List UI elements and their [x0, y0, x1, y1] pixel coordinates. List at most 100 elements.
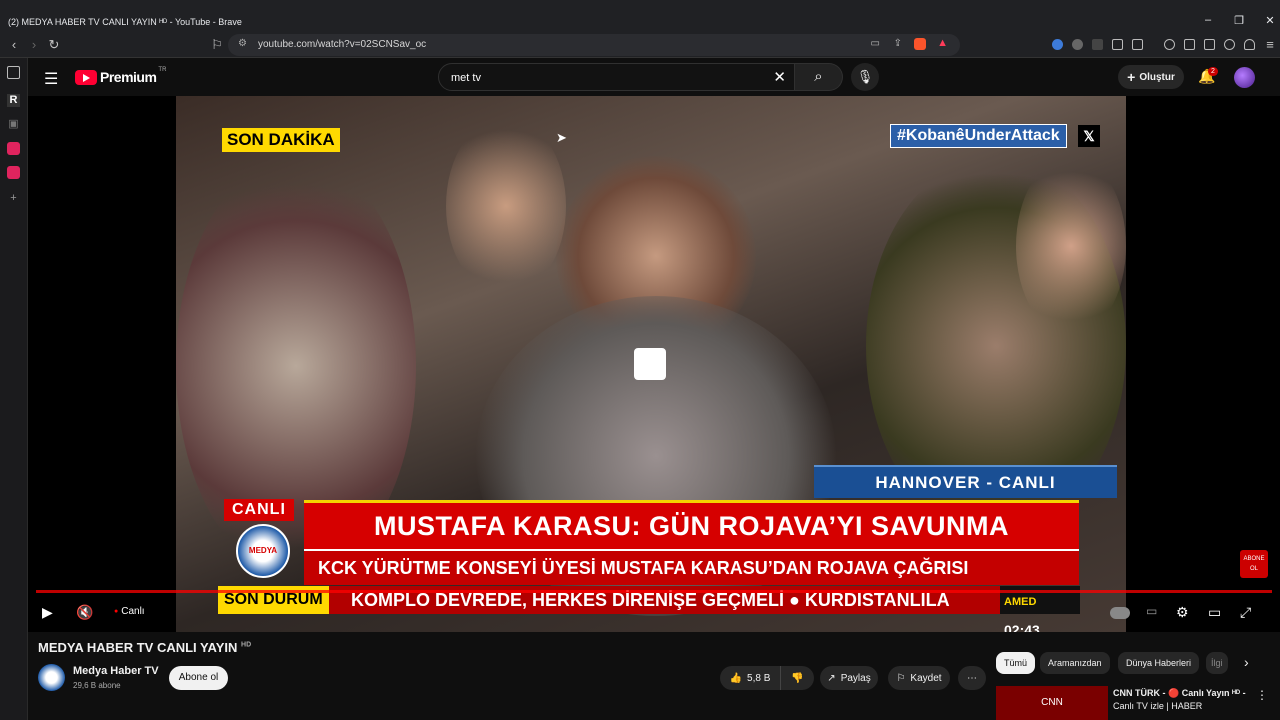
bookmark-icon[interactable]: ⚐: [209, 37, 225, 53]
url-bar[interactable]: ⚙ youtube.com/watch?v=02SCNSav_oc ▭ ⇪ ▲: [228, 34, 960, 56]
maximize-button[interactable]: ❐: [1229, 14, 1249, 27]
chips-next-icon[interactable]: ›: [1244, 654, 1249, 670]
logo-region: TR: [158, 67, 167, 73]
autoplay-toggle[interactable]: [1110, 607, 1130, 619]
recommendation-title[interactable]: CNN TÜRK - 🔴 Canlı Yayın ᴴᴰ -: [1113, 688, 1246, 699]
mute-icon[interactable]: 🔇: [76, 604, 93, 621]
video-title: MEDYA HABER TV CANLI YAYIN HD: [38, 640, 251, 655]
screenshot-icon[interactable]: [1132, 39, 1143, 50]
chip-all[interactable]: Tümü: [996, 652, 1036, 674]
video-title-text: MEDYA HABER TV CANLI YAYIN: [38, 640, 238, 655]
video-info-section: MEDYA HABER TV CANLI YAYIN HD Medya Habe…: [28, 632, 1280, 720]
hd-badge: HD: [241, 641, 252, 649]
youtube-header: ☰ Premium TR met tv ✕ ⌕ 🎙 + Oluştur 🔔 2: [28, 58, 1280, 96]
extension-icon[interactable]: [1092, 39, 1103, 50]
subtitles-icon[interactable]: ▭: [1146, 604, 1157, 618]
dislike-button[interactable]: 👎: [780, 666, 814, 690]
extension-icon[interactable]: [1052, 39, 1063, 50]
clear-search-icon[interactable]: ✕: [773, 68, 786, 86]
video-frame[interactable]: ➤ SON DAKİKA #KobanêUnderAttack 𝕏 HANNOV…: [176, 96, 1126, 632]
x-logo-icon: 𝕏: [1078, 125, 1100, 147]
video-player[interactable]: ➤ SON DAKİKA #KobanêUnderAttack 𝕏 HANNOV…: [28, 96, 1280, 632]
logo-text: Premium: [100, 69, 157, 85]
brave-shields-icon[interactable]: [914, 38, 926, 50]
recommendation-subtitle[interactable]: Canlı TV izle | HABER: [1113, 701, 1202, 711]
theater-mode-icon[interactable]: ▭: [1208, 604, 1221, 621]
vpn-shield-icon[interactable]: [1244, 39, 1255, 50]
browser-menu-icon[interactable]: ≡: [1262, 37, 1278, 52]
live-tag: CANLI: [224, 499, 294, 521]
fullscreen-icon[interactable]: ⤢: [1240, 604, 1251, 621]
search-query: met tv: [451, 72, 481, 84]
thumbs-down-icon: 👎: [791, 672, 804, 684]
hashtag-banner: #KobanêUnderAttack: [890, 124, 1067, 148]
browser-titlebar: (2) MEDYA HABER TV CANLI YAYIN ᴴᴰ - YouT…: [0, 0, 1280, 32]
sidebar-app-icon[interactable]: ▣: [7, 118, 20, 131]
like-count: 5,8 B: [747, 672, 771, 684]
minimize-button[interactable]: –: [1198, 14, 1218, 26]
subscribe-watermark[interactable]: ABONE OL: [1240, 550, 1268, 578]
chip-world-news[interactable]: Dünya Haberleri: [1118, 652, 1200, 674]
location-banner: HANNOVER - CANLI: [814, 465, 1117, 498]
subscribe-button[interactable]: Abone ol: [169, 666, 228, 690]
hamburger-menu-icon[interactable]: ☰: [44, 69, 58, 89]
voice-search-button[interactable]: 🎙: [851, 63, 879, 91]
bookmark-save-icon: ⚐: [896, 672, 906, 684]
search-input[interactable]: met tv ✕: [438, 63, 795, 91]
subscriber-count: 29,6 B abone: [73, 681, 121, 690]
thumbnail-text: CNN: [1041, 697, 1063, 708]
notification-badge: 2: [1208, 67, 1218, 76]
share-button[interactable]: ↗ Paylaş: [820, 666, 878, 690]
create-button[interactable]: + Oluştur: [1118, 65, 1184, 89]
more-dots-icon: ⋯: [967, 672, 977, 684]
address-toolbar: ‹ › ↻ ⚐ ⚙ youtube.com/watch?v=02SCNSav_o…: [0, 32, 1280, 58]
avatar[interactable]: [1234, 67, 1255, 88]
breaking-news-tag: SON DAKİKA: [222, 128, 340, 152]
leo-ai-icon[interactable]: [1224, 39, 1235, 50]
stop-icon[interactable]: [634, 348, 666, 380]
browser-sidebar: R ▣ +: [0, 58, 28, 720]
thumbs-up-icon: 👍: [729, 672, 743, 684]
sidebar-app-icon[interactable]: R: [7, 94, 20, 107]
extensions-puzzle-icon[interactable]: [1112, 39, 1123, 50]
close-window-button[interactable]: ✕: [1260, 14, 1280, 27]
site-info-icon[interactable]: ⚙: [238, 38, 247, 49]
channel-avatar[interactable]: [38, 664, 65, 691]
chip-related[interactable]: İlgi: [1206, 652, 1228, 674]
wallet-icon[interactable]: [1204, 39, 1215, 50]
extension-icon[interactable]: [1072, 39, 1083, 50]
media-icon[interactable]: [1164, 39, 1175, 50]
live-indicator[interactable]: Canlı: [114, 606, 144, 617]
save-label: Kaydet: [910, 672, 942, 684]
sidebar-panel-icon[interactable]: [7, 66, 20, 79]
forward-button[interactable]: ›: [26, 37, 42, 52]
cast-icon[interactable]: ▭: [871, 38, 880, 49]
like-button[interactable]: 👍 5,8 B: [720, 666, 780, 690]
share-icon[interactable]: ⇪: [894, 38, 902, 49]
progress-bar[interactable]: [36, 590, 1272, 593]
reload-button[interactable]: ↻: [46, 37, 62, 53]
recommendation-menu-icon[interactable]: ⋮: [1256, 688, 1268, 702]
plus-icon: +: [1127, 69, 1136, 85]
channel-name[interactable]: Medya Haber TV: [73, 665, 159, 677]
youtube-play-icon: [75, 69, 97, 85]
window-title: (2) MEDYA HABER TV CANLI YAYIN ᴴᴰ - YouT…: [8, 17, 242, 27]
recommendation-thumbnail[interactable]: CNN: [996, 686, 1108, 720]
sidebar-toggle-icon[interactable]: [1184, 39, 1195, 50]
chip-from-search[interactable]: Aramanızdan: [1040, 652, 1110, 674]
brave-rewards-icon[interactable]: ▲: [937, 37, 948, 49]
settings-gear-icon[interactable]: ⚙: [1176, 604, 1189, 621]
play-icon[interactable]: ▶: [42, 604, 53, 621]
sidebar-youtube-icon[interactable]: [7, 166, 20, 179]
back-button[interactable]: ‹: [6, 37, 22, 52]
more-actions-button[interactable]: ⋯: [958, 666, 986, 690]
search-button[interactable]: ⌕: [795, 63, 843, 91]
channel-logo: MEDYA HABER: [236, 524, 290, 605]
youtube-logo[interactable]: Premium TR: [75, 67, 167, 85]
mouse-cursor-icon: ➤: [556, 130, 567, 145]
sidebar-add-icon[interactable]: +: [7, 192, 20, 205]
create-label: Oluştur: [1139, 71, 1175, 83]
sidebar-youtube-icon[interactable]: [7, 142, 20, 155]
subheadline-banner: KCK YÜRÜTME KONSEYİ ÜYESİ MUSTAFA KARASU…: [304, 549, 1079, 585]
save-button[interactable]: ⚐ Kaydet: [888, 666, 950, 690]
